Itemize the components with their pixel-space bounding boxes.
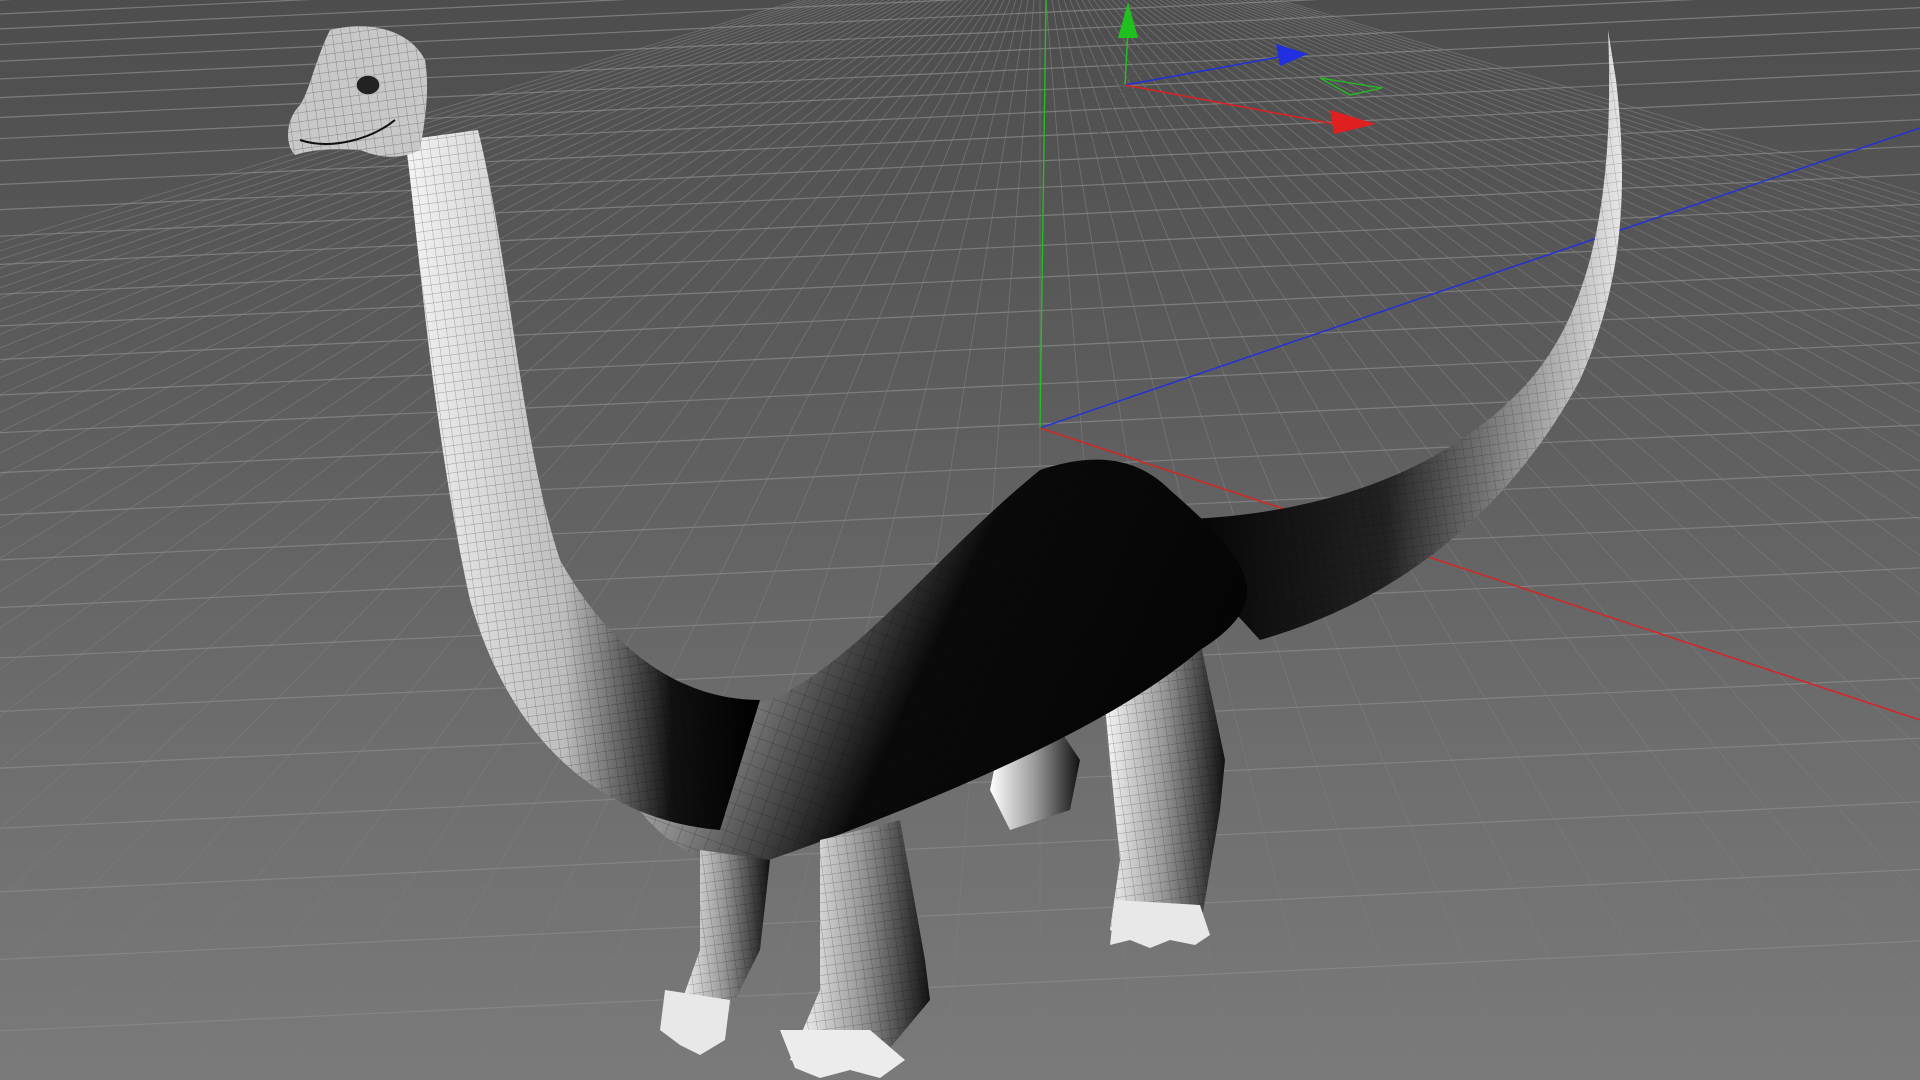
grid-line	[564, 0, 1011, 1080]
grid-line	[0, 342, 1920, 434]
hind-foot-near-mesh	[1110, 900, 1210, 948]
grid-line	[0, 26, 1920, 119]
grid-line	[0, 47, 1920, 140]
grid-line	[0, 382, 1920, 474]
grid-line	[0, 0, 801, 244]
gizmo-y-arrow-icon[interactable]	[1118, 2, 1138, 38]
y-axis-line	[1039, 0, 1047, 429]
grid-line	[0, 0, 964, 46]
3d-viewport[interactable]	[0, 0, 1920, 1080]
grid-line	[0, 268, 1920, 361]
ground-grid	[0, 0, 1920, 1080]
z-axis-line	[1039, 127, 1920, 429]
grid-line	[0, 940, 1920, 1032]
grid-line	[0, 0, 807, 252]
gizmo-x-arrow-icon[interactable]	[1330, 110, 1376, 134]
eye-mesh	[355, 74, 381, 96]
grid-line	[0, 0, 813, 260]
grid-line	[0, 801, 1920, 893]
grid-line	[0, 868, 1920, 960]
grid-line	[0, 424, 1920, 516]
grid-line	[0, 119, 1920, 211]
gizmo-z-arrow-icon[interactable]	[1276, 44, 1308, 66]
front-foot-far-mesh	[660, 990, 730, 1055]
grid-line	[0, 145, 1920, 237]
grid-line	[0, 0, 1697, 80]
